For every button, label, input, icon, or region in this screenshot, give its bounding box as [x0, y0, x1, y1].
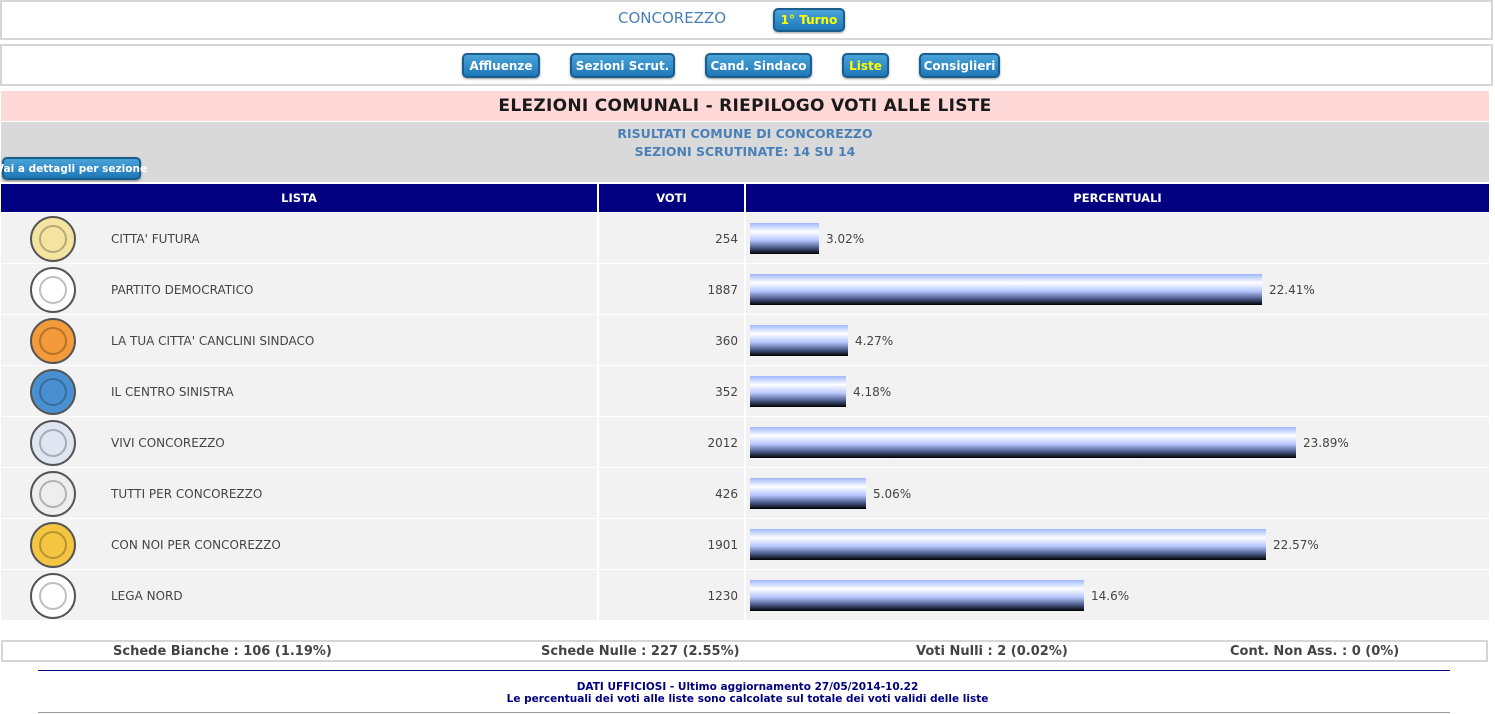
list-name: LEGA NORD — [111, 588, 183, 603]
list-name: VIVI CONCOREZZO — [111, 435, 225, 450]
nav-affluenze-button[interactable]: Affluenze — [462, 53, 540, 78]
list-cell: IL CENTRO SINISTRA — [1, 366, 597, 416]
town-name: CONCOREZZO — [618, 9, 727, 27]
centro-sinistra-logo-icon — [30, 369, 76, 415]
percent-bar — [750, 376, 846, 407]
la-tua-citta-logo-icon — [30, 318, 76, 364]
vote-count: 2012 — [707, 435, 738, 450]
percent-cell: 22.57% — [746, 519, 1489, 569]
percent-cell: 4.18% — [746, 366, 1489, 416]
table-row: PARTITO DEMOCRATICO 1887 22.41% — [1, 263, 1489, 314]
percent-label: 3.02% — [826, 231, 865, 246]
percent-bar — [750, 427, 1296, 458]
votes-cell: 254 — [599, 213, 744, 263]
percent-label: 14.6% — [1091, 588, 1130, 603]
col-header-votes: VOTI — [599, 184, 744, 212]
col-header-percent: PERCENTUALI — [746, 184, 1489, 212]
divider-top — [38, 670, 1450, 671]
percent-bar — [750, 478, 866, 509]
top-bar — [0, 0, 1493, 40]
results-info: RISULTATI COMUNE DI CONCOREZZO SEZIONI S… — [1, 122, 1489, 182]
list-name: LA TUA CITTA' CANCLINI SINDACO — [111, 333, 315, 348]
percent-bar — [750, 580, 1084, 611]
percent-cell: 23.89% — [746, 417, 1489, 467]
unofficial-data-note: DATI UFFICIOSI - Ultimo aggiornamento 27… — [576, 681, 919, 693]
vote-count: 254 — [715, 231, 738, 246]
con-noi-logo-icon — [30, 522, 76, 568]
nav-candidati-sindaco-button[interactable]: Cand. Sindaco — [705, 53, 812, 78]
table-row: IL CENTRO SINISTRA 352 4.18% — [1, 365, 1489, 416]
table-row: LEGA NORD 1230 14.6% — [1, 569, 1489, 620]
list-cell: CON NOI PER CONCOREZZO — [1, 519, 597, 569]
votes-cell: 2012 — [599, 417, 744, 467]
list-cell: LA TUA CITTA' CANCLINI SINDACO — [1, 315, 597, 365]
percent-cell: 5.06% — [746, 468, 1489, 518]
list-cell: TUTTI PER CONCOREZZO — [1, 468, 597, 518]
list-cell: VIVI CONCOREZZO — [1, 417, 597, 467]
nav-sezioni-button[interactable]: Sezioni Scrut. — [570, 53, 675, 78]
percent-label: 22.57% — [1273, 537, 1319, 552]
table-row: CITTA' FUTURA 254 3.02% — [1, 212, 1489, 263]
null-votes: Voti Nulli : 2 (0.02%) — [916, 643, 1068, 659]
table-row: CON NOI PER CONCOREZZO 1901 22.57% — [1, 518, 1489, 569]
percent-label: 5.06% — [873, 486, 912, 501]
pd-logo-icon — [30, 267, 76, 313]
vivi-concorezzo-logo-icon — [30, 420, 76, 466]
table-row: TUTTI PER CONCOREZZO 426 5.06% — [1, 467, 1489, 518]
ballot-stats: Schede Bianche : 106 (1.19%) Schede Null… — [1, 640, 1488, 662]
list-name: CITTA' FUTURA — [111, 231, 200, 246]
list-cell: LEGA NORD — [1, 570, 597, 620]
table-row: VIVI CONCOREZZO 2012 23.89% — [1, 416, 1489, 467]
sections-counted: SEZIONI SCRUTINATE: 14 SU 14 — [634, 144, 856, 159]
round-button[interactable]: 1° Turno — [773, 8, 845, 32]
percent-label: 4.18% — [853, 384, 892, 399]
votes-cell: 1230 — [599, 570, 744, 620]
page-title: ELEZIONI COMUNALI - RIEPILOGO VOTI ALLE … — [1, 91, 1489, 121]
nav-liste-button[interactable]: Liste — [842, 53, 889, 78]
null-ballots: Schede Nulle : 227 (2.55%) — [541, 643, 740, 659]
divider-bottom — [38, 712, 1450, 713]
list-name: CON NOI PER CONCOREZZO — [111, 537, 281, 552]
col-header-list: LISTA — [1, 184, 597, 212]
list-name: PARTITO DEMOCRATICO — [111, 282, 254, 297]
percent-label: 23.89% — [1303, 435, 1349, 450]
list-cell: CITTA' FUTURA — [1, 213, 597, 263]
list-name: IL CENTRO SINISTRA — [111, 384, 234, 399]
vote-count: 360 — [715, 333, 738, 348]
list-cell: PARTITO DEMOCRATICO — [1, 264, 597, 314]
table-row: LA TUA CITTA' CANCLINI SINDACO 360 4.27% — [1, 314, 1489, 365]
votes-cell: 360 — [599, 315, 744, 365]
blank-ballots: Schede Bianche : 106 (1.19%) — [113, 643, 332, 659]
percent-note: Le percentuali dei voti alle liste sono … — [506, 693, 989, 705]
percent-cell: 22.41% — [746, 264, 1489, 314]
percent-label: 22.41% — [1269, 282, 1315, 297]
percent-bar — [750, 529, 1266, 560]
list-results-table: LISTA VOTI PERCENTUALI CITTA' FUTURA 254 3… — [1, 184, 1489, 620]
percent-cell: 14.6% — [746, 570, 1489, 620]
table-header: LISTA VOTI PERCENTUALI — [1, 184, 1489, 212]
percent-label: 4.27% — [855, 333, 894, 348]
vote-count: 352 — [715, 384, 738, 399]
percent-cell: 4.27% — [746, 315, 1489, 365]
contested-votes: Cont. Non Ass. : 0 (0%) — [1230, 643, 1400, 659]
vote-count: 1887 — [707, 282, 738, 297]
votes-cell: 352 — [599, 366, 744, 416]
list-name: TUTTI PER CONCOREZZO — [111, 486, 263, 501]
percent-bar — [750, 223, 819, 254]
percent-cell: 3.02% — [746, 213, 1489, 263]
tutti-per-concorezzo-logo-icon — [30, 471, 76, 517]
lega-nord-logo-icon — [30, 573, 76, 619]
nav-consiglieri-button[interactable]: Consiglieri — [919, 53, 1000, 78]
percent-bar — [750, 274, 1262, 305]
percent-bar — [750, 325, 848, 356]
vote-count: 1230 — [707, 588, 738, 603]
votes-cell: 426 — [599, 468, 744, 518]
section-details-button[interactable]: Vai a dettagli per sezione — [0, 157, 147, 180]
vote-count: 1901 — [707, 537, 738, 552]
vote-count: 426 — [715, 486, 738, 501]
votes-cell: 1901 — [599, 519, 744, 569]
citta-futura-logo-icon — [30, 216, 76, 262]
results-municipality: RISULTATI COMUNE DI CONCOREZZO — [617, 126, 873, 141]
votes-cell: 1887 — [599, 264, 744, 314]
